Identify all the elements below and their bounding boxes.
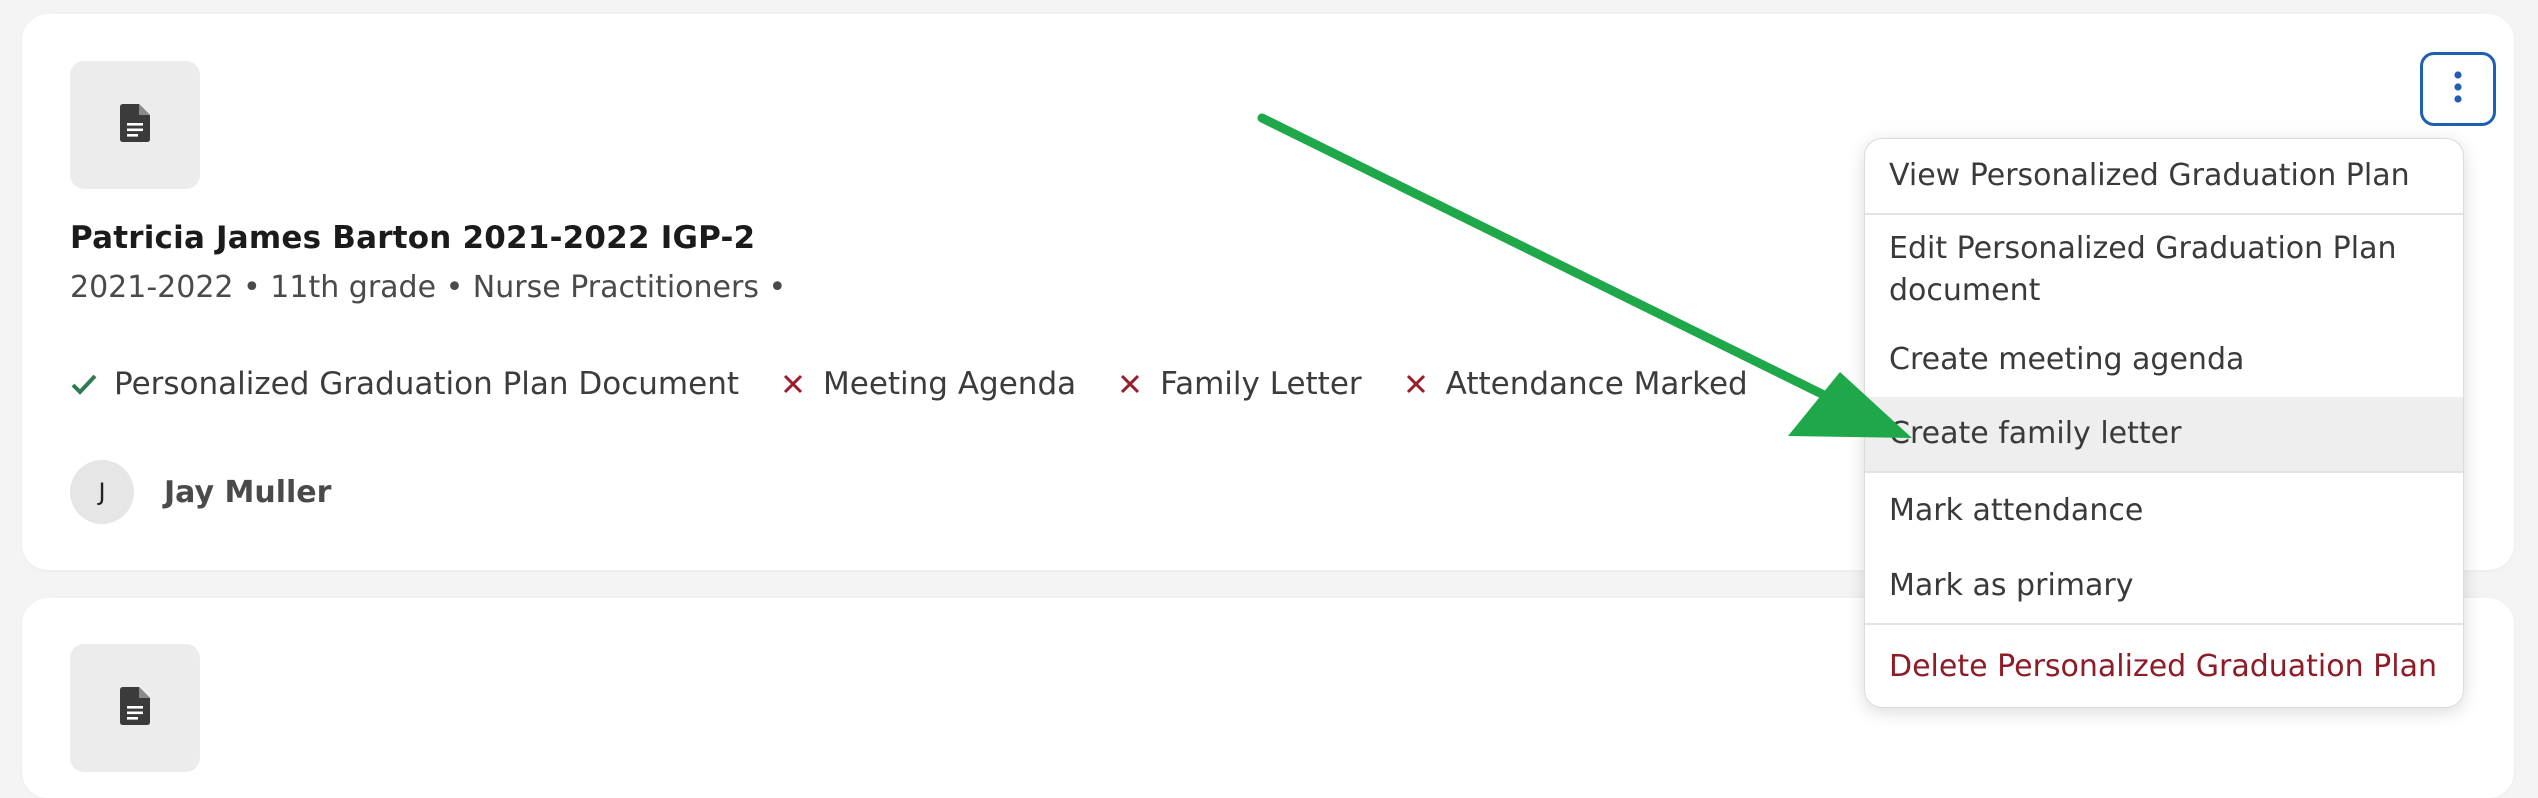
author-name: Jay Muller — [164, 474, 332, 510]
author: J Jay Muller — [70, 460, 331, 524]
checklist-item-label: Meeting Agenda — [823, 366, 1077, 402]
menu-item-create-family-letter[interactable]: Create family letter — [1865, 397, 2463, 471]
x-icon — [1116, 370, 1144, 398]
document-tile — [70, 644, 200, 772]
checklist: Personalized Graduation Plan Document Me… — [70, 366, 1788, 402]
record-title: Patricia James Barton 2021-2022 IGP-2 — [70, 220, 756, 256]
menu-item-mark-attendance[interactable]: Mark attendance — [1865, 473, 2463, 549]
actions-menu: View Personalized Graduation Plan Edit P… — [1864, 138, 2464, 708]
checklist-item-family-letter: Family Letter — [1116, 366, 1362, 402]
checklist-item-plan-document: Personalized Graduation Plan Document — [70, 366, 739, 402]
menu-divider — [1865, 213, 2463, 215]
menu-item-view-plan[interactable]: View Personalized Graduation Plan — [1865, 139, 2463, 213]
menu-item-edit-plan-document[interactable]: Edit Personalized Graduation Plan docume… — [1865, 217, 2463, 323]
menu-item-mark-as-primary[interactable]: Mark as primary — [1865, 549, 2463, 623]
kebab-menu-icon — [2453, 70, 2463, 108]
checklist-item-meeting-agenda: Meeting Agenda — [779, 366, 1076, 402]
checklist-item-attendance: Attendance Marked — [1402, 366, 1748, 402]
menu-item-create-meeting-agenda[interactable]: Create meeting agenda — [1865, 323, 2463, 397]
x-icon — [1402, 370, 1430, 398]
x-icon — [779, 370, 807, 398]
checklist-item-label: Personalized Graduation Plan Document — [114, 366, 739, 402]
avatar: J — [70, 460, 134, 524]
menu-item-delete-plan[interactable]: Delete Personalized Graduation Plan — [1865, 625, 2463, 707]
document-icon — [120, 687, 150, 729]
check-icon — [70, 370, 98, 398]
checklist-item-label: Attendance Marked — [1445, 366, 1748, 402]
more-actions-button[interactable] — [2420, 52, 2496, 126]
record-subtitle: 2021-2022 • 11th grade • Nurse Practitio… — [70, 270, 787, 305]
checklist-item-label: Family Letter — [1160, 366, 1362, 402]
document-tile — [70, 61, 200, 189]
document-icon — [120, 104, 150, 146]
